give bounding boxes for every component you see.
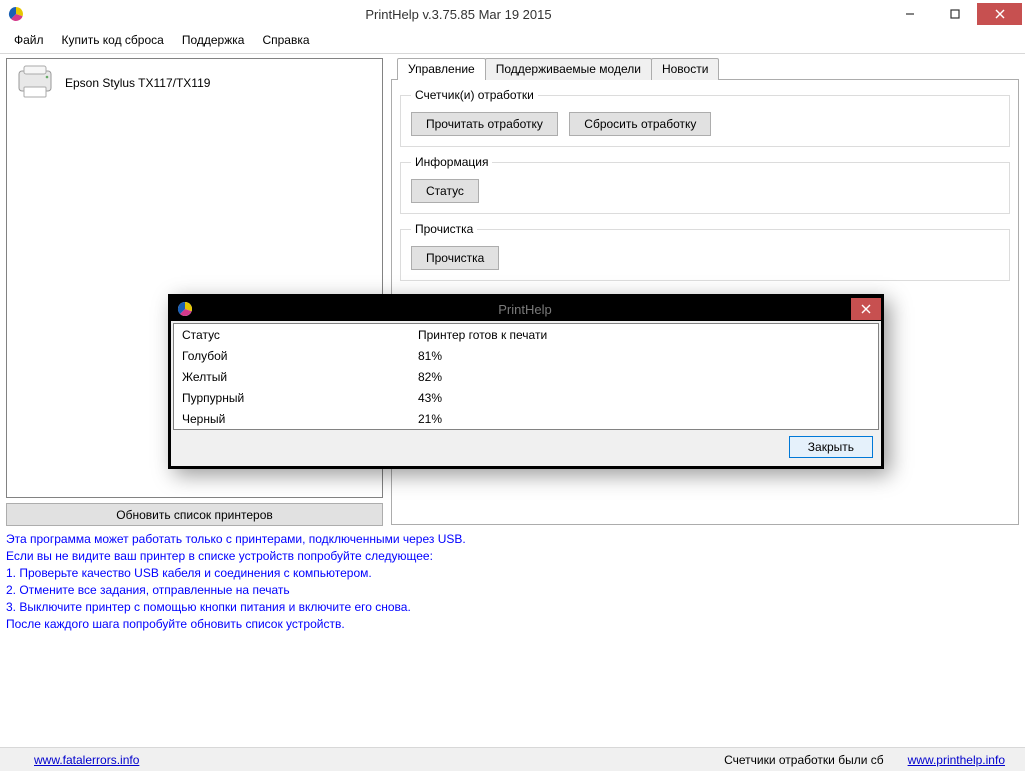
dialog-close-button[interactable]: Закрыть <box>789 436 873 458</box>
status-button[interactable]: Статус <box>411 179 479 203</box>
help-line: Если вы не видите ваш принтер в списке у… <box>6 548 1019 564</box>
window-titlebar: PrintHelp v.3.75.85 Mar 19 2015 <box>0 0 1025 28</box>
reset-counters-button[interactable]: Сбросить отработку <box>569 112 711 136</box>
dialog-titlebar[interactable]: PrintHelp <box>171 297 881 321</box>
menu-file[interactable]: Файл <box>6 30 52 50</box>
row-value: 81% <box>418 349 870 363</box>
row-value: Принтер готов к печати <box>418 328 870 342</box>
maximize-button[interactable] <box>932 3 977 25</box>
read-counters-button[interactable]: Прочитать отработку <box>411 112 558 136</box>
refresh-printers-button[interactable]: Обновить список принтеров <box>6 503 383 526</box>
table-row: Желтый 82% <box>174 366 878 387</box>
close-button[interactable] <box>977 3 1022 25</box>
row-key: Желтый <box>182 370 418 384</box>
table-row: Статус Принтер готов к печати <box>174 324 878 345</box>
dialog-close-icon[interactable] <box>851 298 881 320</box>
clean-button[interactable]: Прочистка <box>411 246 499 270</box>
row-key: Голубой <box>182 349 418 363</box>
status-dialog: PrintHelp Статус Принтер готов к печати … <box>168 294 884 469</box>
clean-group: Прочистка Прочистка <box>400 222 1010 281</box>
minimize-button[interactable] <box>887 3 932 25</box>
menu-help[interactable]: Справка <box>254 30 317 50</box>
info-group: Информация Статус <box>400 155 1010 214</box>
dialog-title: PrintHelp <box>199 302 851 317</box>
printer-name-label: Epson Stylus TX117/TX119 <box>65 76 210 90</box>
help-line: 1. Проверьте качество USB кабеля и соеди… <box>6 565 1019 581</box>
status-table: Статус Принтер готов к печати Голубой 81… <box>173 323 879 430</box>
help-info-block: Эта программа может работать только с пр… <box>0 528 1025 637</box>
row-value: 21% <box>418 412 870 426</box>
table-row: Пурпурный 43% <box>174 387 878 408</box>
row-value: 82% <box>418 370 870 384</box>
tab-control[interactable]: Управление <box>397 58 486 80</box>
counters-group: Счетчик(и) отработки Прочитать отработку… <box>400 88 1010 147</box>
help-line: После каждого шага попробуйте обновить с… <box>6 616 1019 632</box>
help-line: 2. Отмените все задания, отправленные на… <box>6 582 1019 598</box>
statusbar: www.fatalerrors.info Счетчики отработки … <box>0 747 1025 771</box>
app-icon <box>177 301 193 317</box>
tab-supported-models[interactable]: Поддерживаемые модели <box>485 58 652 80</box>
counters-legend: Счетчик(и) отработки <box>411 88 538 102</box>
printer-icon <box>15 65 55 101</box>
printer-list-item[interactable]: Epson Stylus TX117/TX119 <box>7 59 382 107</box>
status-left-link[interactable]: www.fatalerrors.info <box>34 753 139 767</box>
menu-buy-code[interactable]: Купить код сброса <box>54 30 172 50</box>
status-message: Счетчики отработки были сб <box>139 753 907 767</box>
app-icon <box>8 6 24 22</box>
row-value: 43% <box>418 391 870 405</box>
row-key: Черный <box>182 412 418 426</box>
table-row: Черный 21% <box>174 408 878 429</box>
table-row: Голубой 81% <box>174 345 878 366</box>
info-legend: Информация <box>411 155 492 169</box>
help-line: Эта программа может работать только с пр… <box>6 531 1019 547</box>
row-key: Пурпурный <box>182 391 418 405</box>
menubar: Файл Купить код сброса Поддержка Справка <box>0 28 1025 54</box>
window-title: PrintHelp v.3.75.85 Mar 19 2015 <box>30 7 887 22</box>
row-key: Статус <box>182 328 418 342</box>
clean-legend: Прочистка <box>411 222 477 236</box>
menu-support[interactable]: Поддержка <box>174 30 253 50</box>
status-right-link[interactable]: www.printhelp.info <box>908 753 1005 767</box>
help-line: 3. Выключите принтер с помощью кнопки пи… <box>6 599 1019 615</box>
tab-news[interactable]: Новости <box>651 58 719 80</box>
